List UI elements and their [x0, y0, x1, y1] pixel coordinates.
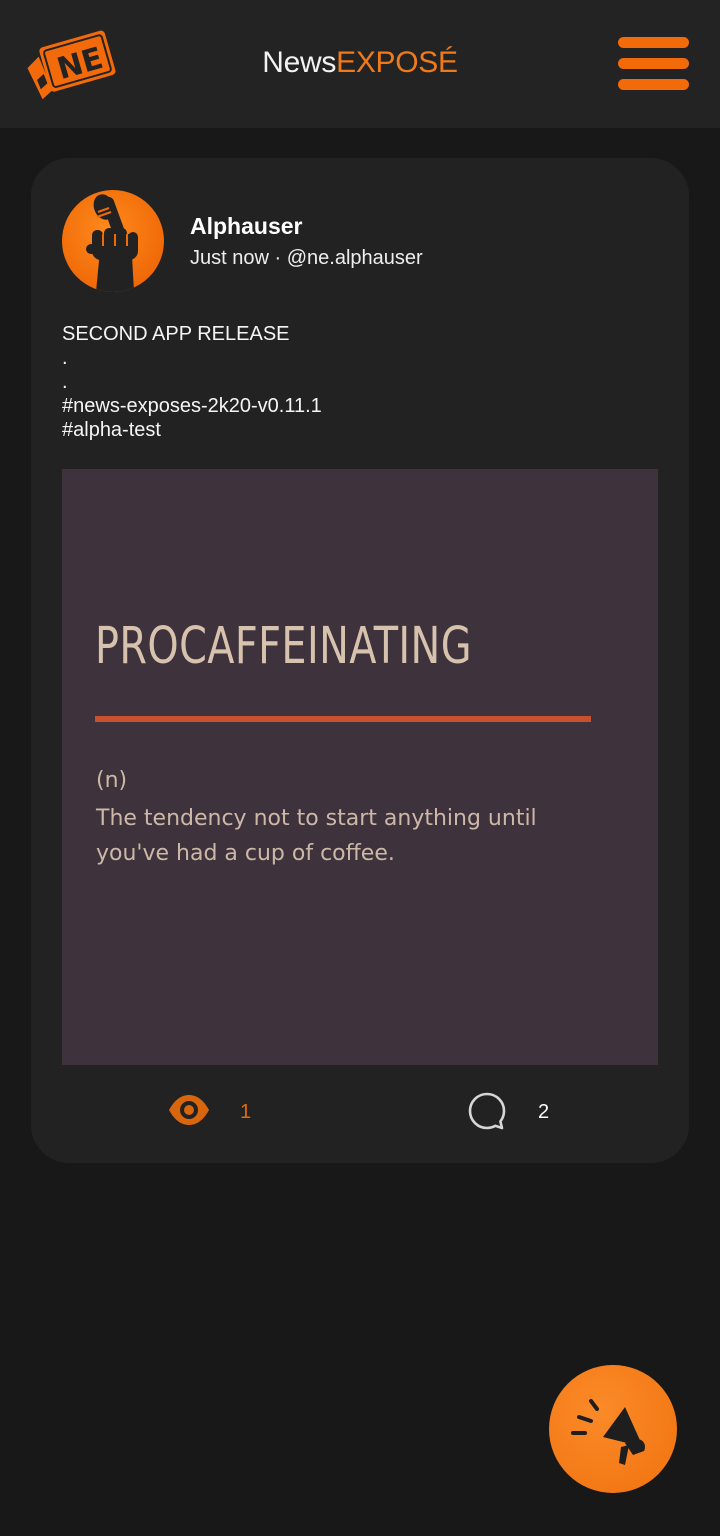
top-app-bar: NE NewsEXPOSÉ — [0, 0, 720, 128]
hamburger-menu-icon[interactable] — [618, 37, 690, 91]
speech-bubble-icon[interactable] — [467, 1091, 507, 1131]
meta-separator: · — [274, 247, 282, 269]
app-title-news: News — [262, 46, 337, 79]
views-count: 1 — [240, 1101, 252, 1123]
image-part-of-speech: (n) — [96, 768, 128, 793]
raised-fist-with-microphone-icon — [86, 194, 138, 292]
comments-count: 2 — [538, 1101, 550, 1123]
post-card[interactable]: Alphauser Just now · @ne.alphauser SECON… — [31, 158, 689, 1163]
app-title: NewsEXPOSÉ — [0, 46, 720, 80]
hashtag-alpha-test[interactable]: #alpha-test — [62, 418, 322, 442]
image-divider — [95, 716, 591, 722]
avatar[interactable] — [62, 190, 164, 292]
megaphone-icon — [571, 1399, 646, 1465]
hashtag-news-exposes[interactable]: #news-exposes-2k20-v0.11.1 — [62, 394, 322, 418]
post-body: SECOND APP RELEASE . . #news-exposes-2k2… — [62, 322, 322, 442]
post-timestamp: Just now — [190, 247, 269, 269]
image-heading: PROCAFFEINATING — [95, 617, 472, 676]
author-name[interactable]: Alphauser — [190, 213, 302, 240]
new-post-button[interactable] — [549, 1365, 677, 1493]
post-meta: Just now · @ne.alphauser — [190, 247, 423, 270]
post-dot-line: . — [62, 371, 68, 393]
post-dot-line: . — [62, 347, 68, 369]
app-title-expose: EXPOSÉ — [336, 46, 458, 79]
post-image[interactable]: PROCAFFEINATING (n) The tendency not to … — [62, 469, 658, 1065]
post-title-line: SECOND APP RELEASE — [62, 323, 290, 345]
image-definition: The tendency not to start anything until… — [96, 806, 537, 866]
author-handle[interactable]: @ne.alphauser — [287, 247, 423, 269]
eye-icon[interactable] — [167, 1093, 211, 1127]
